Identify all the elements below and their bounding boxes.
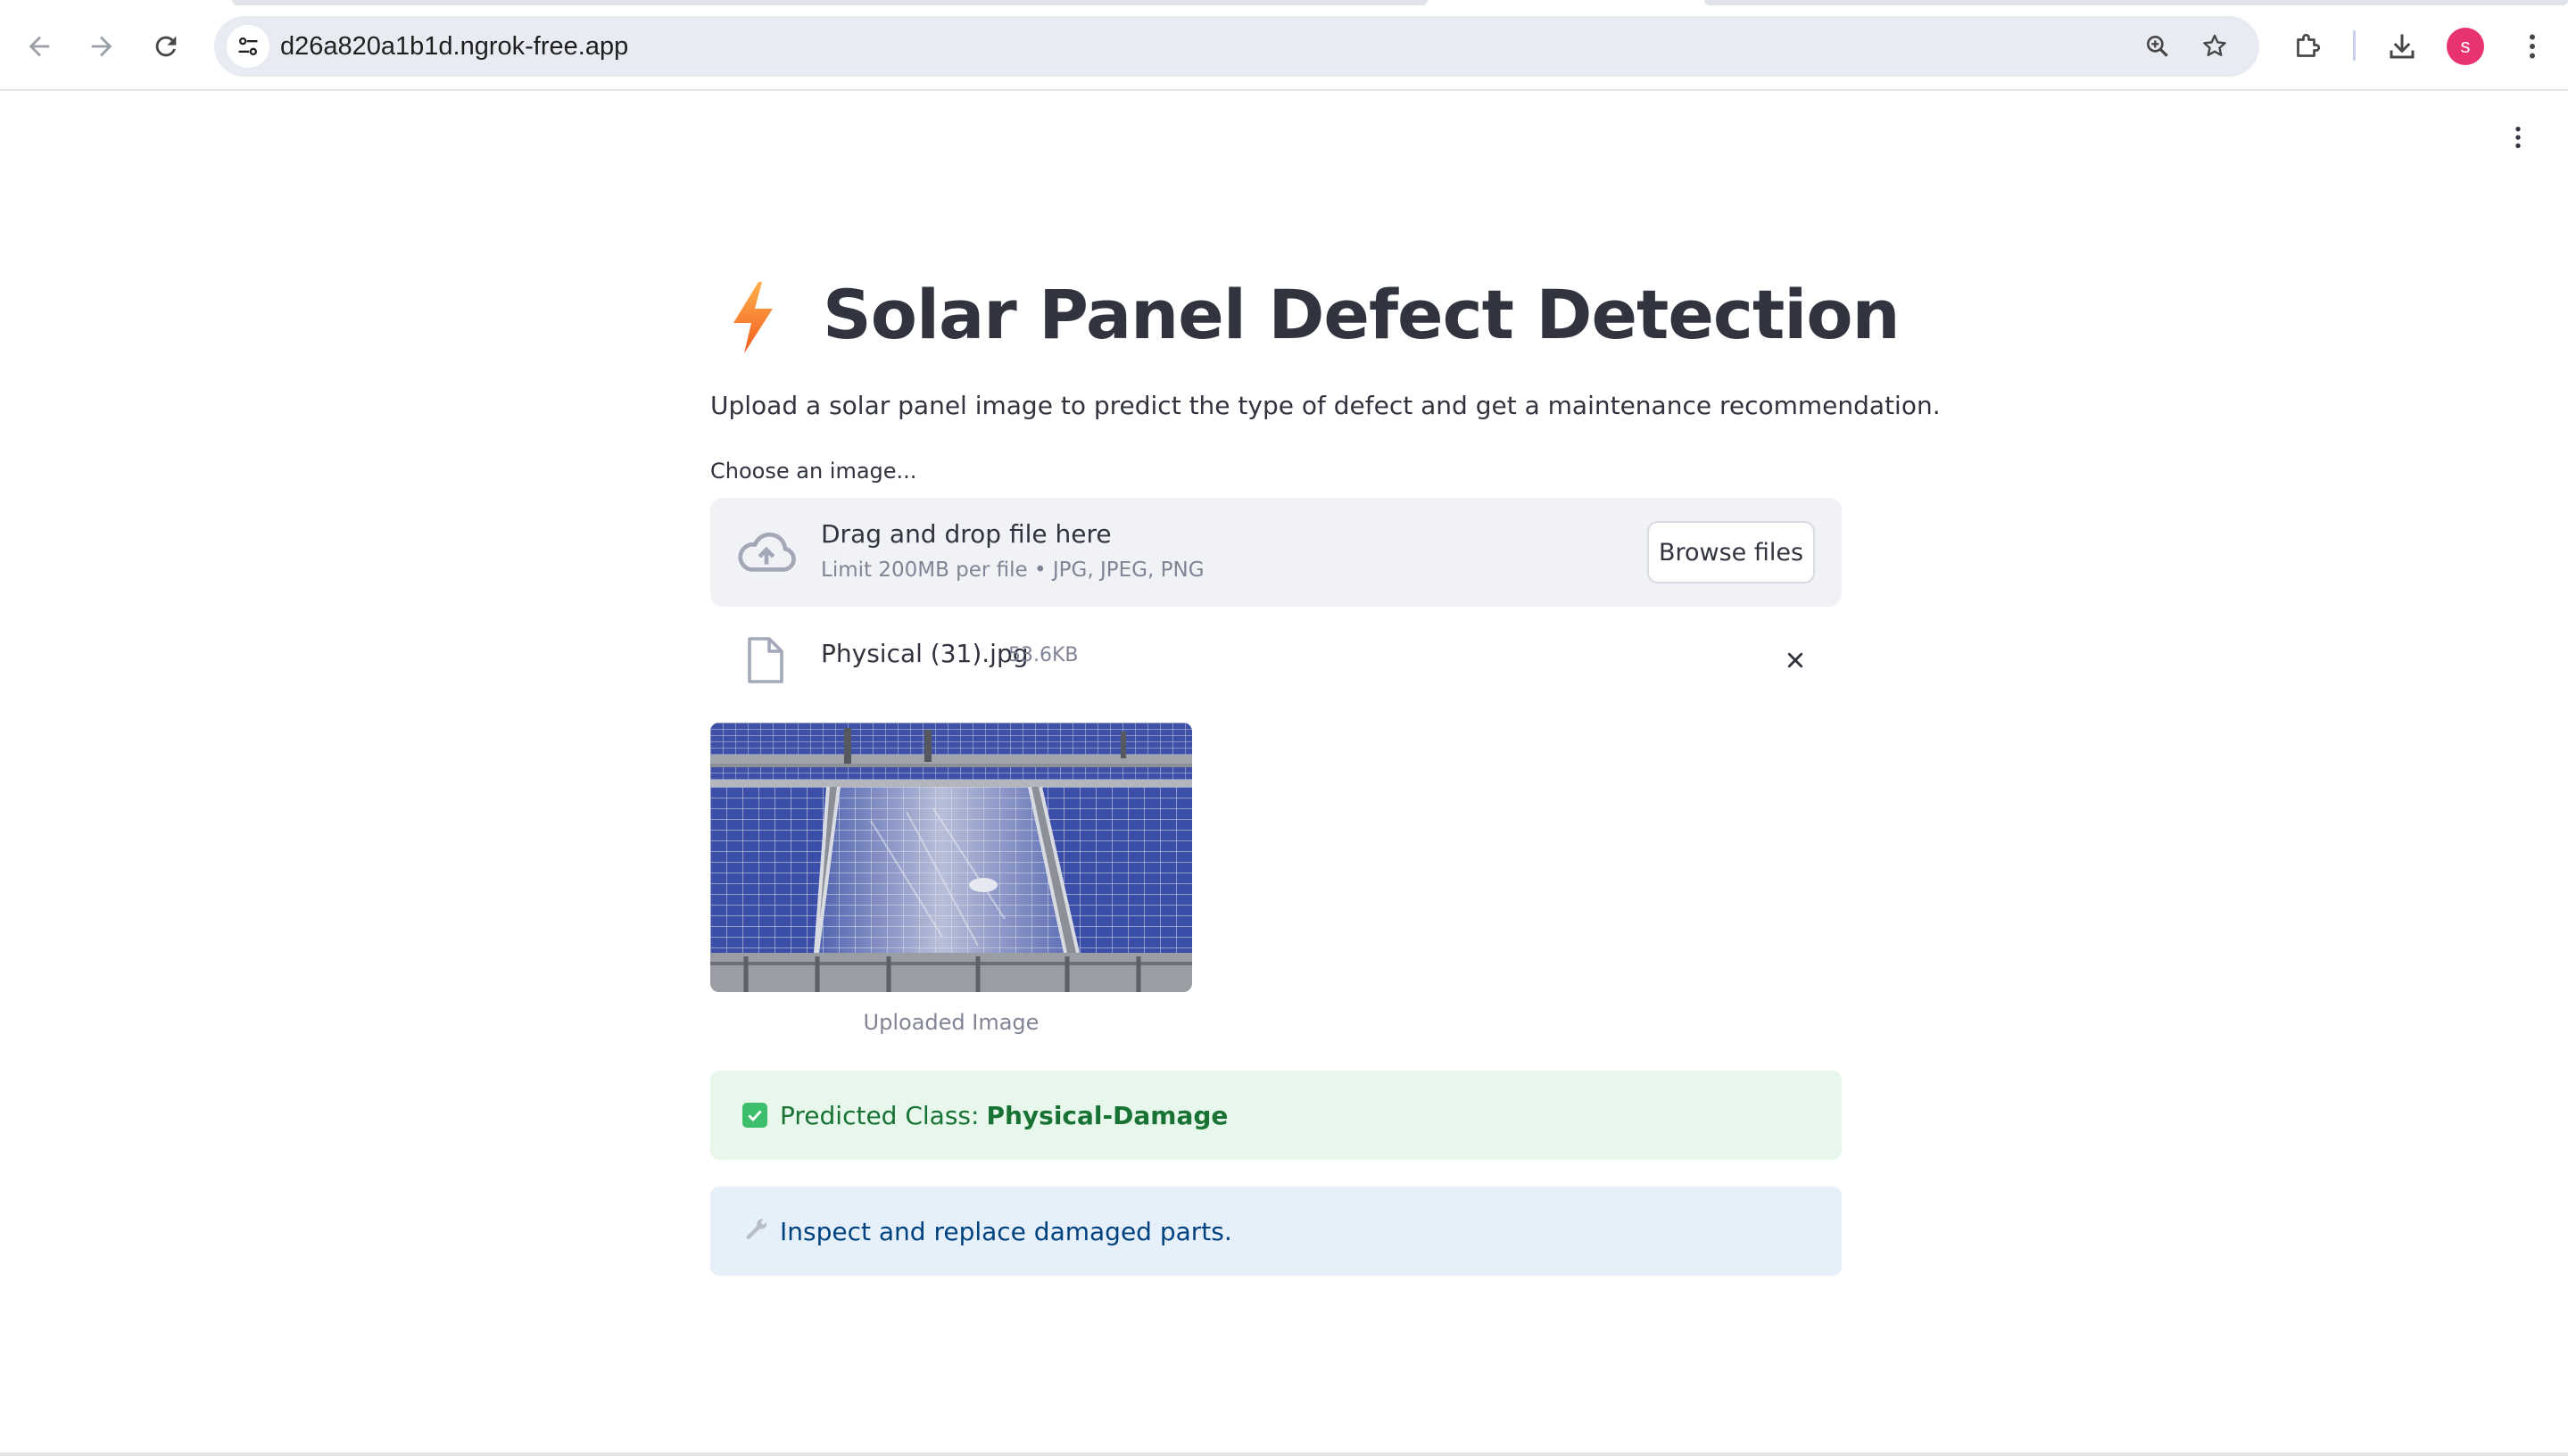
uploaded-image bbox=[710, 723, 1192, 992]
reload-button[interactable] bbox=[143, 23, 189, 70]
tab-active-edge[interactable] bbox=[232, 0, 1428, 5]
zoom-icon bbox=[2147, 35, 2168, 57]
page-header: Solar Panel Defect Detection bbox=[710, 268, 1901, 366]
browser-menu-button[interactable] bbox=[2511, 25, 2554, 68]
window-bottom-border bbox=[0, 1452, 2568, 1456]
app-main-menu-button[interactable] bbox=[2500, 116, 2536, 159]
checkmark-icon bbox=[742, 1103, 767, 1128]
download-icon bbox=[2390, 34, 2415, 59]
app-menu-kebab-icon bbox=[2515, 127, 2521, 148]
solar-panel-photo bbox=[710, 723, 1192, 992]
page-title: Solar Panel Defect Detection bbox=[823, 275, 1901, 354]
uploaded-file-size: 53.6KB bbox=[1008, 644, 1079, 666]
remove-file-button[interactable] bbox=[1777, 642, 1813, 678]
menu-kebab-icon bbox=[2530, 34, 2535, 59]
prediction-label: Predicted Class: bbox=[780, 1100, 980, 1130]
file-uploader-label: Choose an image... bbox=[710, 459, 917, 484]
bookmark-button[interactable] bbox=[2197, 29, 2233, 64]
recommendation-info-alert: Inspect and replace damaged parts. bbox=[710, 1187, 1842, 1276]
site-info-icon bbox=[238, 37, 258, 56]
dropzone-limits: Limit 200MB per file • JPG, JPEG, PNG bbox=[821, 558, 1205, 582]
back-button[interactable] bbox=[16, 23, 62, 70]
forward-button[interactable] bbox=[79, 23, 125, 70]
dropzone-instructions: Drag and drop file here bbox=[821, 519, 1112, 549]
file-icon bbox=[748, 637, 783, 683]
lightning-bolt-icon bbox=[733, 282, 773, 353]
forward-icon bbox=[91, 36, 112, 57]
download-button[interactable] bbox=[2381, 25, 2423, 68]
wrench-icon bbox=[742, 1217, 771, 1245]
address-bar[interactable]: d26a820a1b1d.ngrok-free.app bbox=[214, 16, 2259, 77]
recommendation-text: Inspect and replace damaged parts. bbox=[780, 1216, 1232, 1246]
reload-icon bbox=[155, 36, 177, 57]
cloud-upload-icon bbox=[738, 532, 796, 572]
prediction-success-alert: Predicted Class: Physical-Damage bbox=[710, 1071, 1842, 1160]
toolbar-divider bbox=[2353, 30, 2356, 61]
back-icon bbox=[29, 36, 50, 57]
zoom-button[interactable] bbox=[2140, 29, 2175, 64]
tab-strip bbox=[0, 0, 2568, 5]
browse-files-button[interactable]: Browse files bbox=[1647, 521, 1815, 583]
bookmark-star-icon bbox=[2203, 34, 2226, 56]
extensions-icon bbox=[2297, 33, 2321, 57]
page-description: Upload a solar panel image to predict th… bbox=[710, 391, 1941, 420]
uploaded-file-name: Physical (31).jpg bbox=[821, 639, 1029, 668]
site-info-button[interactable] bbox=[227, 25, 269, 68]
tab-inactive-edge[interactable] bbox=[1704, 0, 2568, 5]
file-dropzone[interactable]: Drag and drop file here Limit 200MB per … bbox=[710, 498, 1842, 607]
browser-toolbar: d26a820a1b1d.ngrok-free.app s bbox=[0, 0, 2568, 91]
prediction-value: Physical-Damage bbox=[986, 1100, 1229, 1130]
extensions-button[interactable] bbox=[2286, 25, 2329, 68]
uploaded-file-item: Physical (31).jpg 53.6KB bbox=[710, 625, 1842, 687]
image-caption: Uploaded Image bbox=[863, 1010, 1040, 1035]
url-text[interactable]: d26a820a1b1d.ngrok-free.app bbox=[280, 32, 628, 62]
close-icon bbox=[1787, 652, 1803, 668]
profile-avatar[interactable]: s bbox=[2447, 28, 2484, 65]
